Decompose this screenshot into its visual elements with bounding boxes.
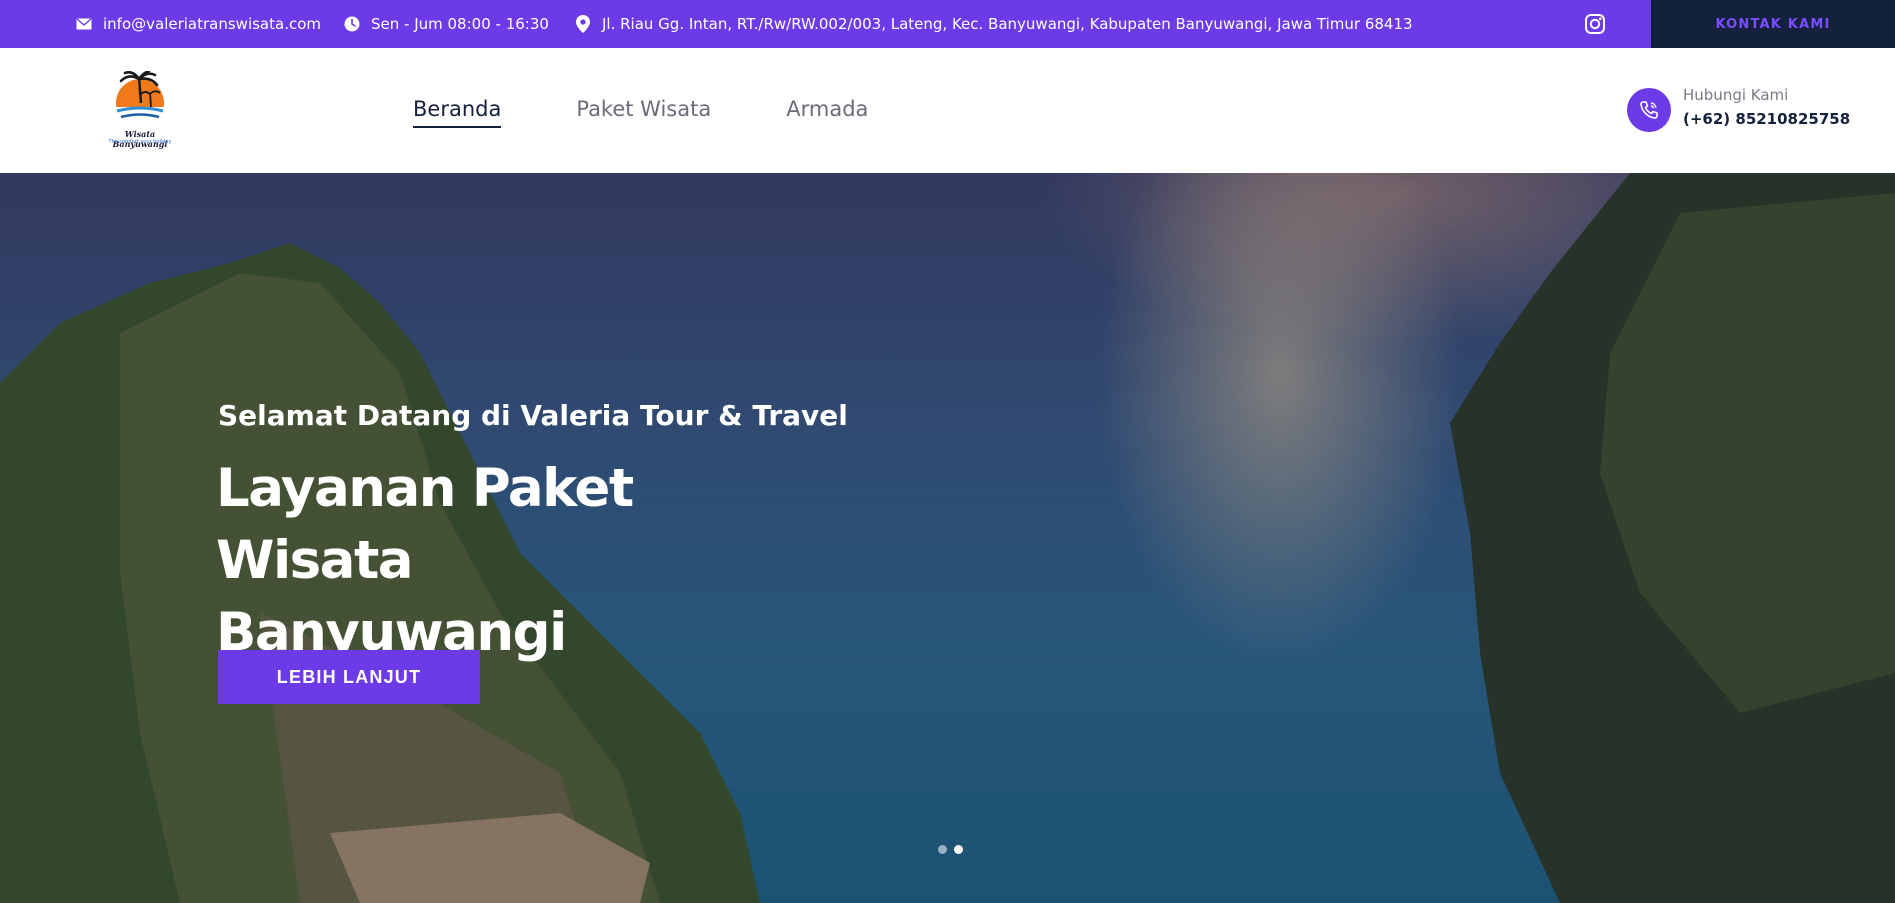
top-bar: info@valeriatranswisata.com Sen - Jum 08…	[0, 0, 1895, 48]
main-nav: Beranda Paket Wisata Armada	[413, 48, 868, 173]
slider-dots	[938, 845, 963, 854]
hero-banner: Selamat Datang di Valeria Tour & Travel …	[0, 173, 1895, 903]
call-label: Hubungi Kami	[1683, 86, 1789, 104]
address-info: Jl. Riau Gg. Intan, RT./Rw/RW.002/003, L…	[574, 0, 1413, 48]
learn-more-button[interactable]: LEBIH LANJUT	[218, 650, 480, 704]
email-info[interactable]: info@valeriatranswisata.com	[75, 0, 321, 48]
phone-icon[interactable]	[1627, 88, 1671, 132]
email-text[interactable]: info@valeriatranswisata.com	[103, 15, 321, 33]
instagram-icon[interactable]	[1584, 13, 1606, 35]
header: Wisata Banyuwangi The comfort your holid…	[0, 48, 1895, 173]
hero-subtitle: Selamat Datang di Valeria Tour & Travel	[218, 399, 848, 432]
logo-tagline: The comfort your holiday	[108, 139, 172, 145]
hours-info: Sen - Jum 08:00 - 16:30	[343, 0, 549, 48]
call-number[interactable]: (+62) 85210825758	[1683, 110, 1850, 128]
mail-icon	[75, 15, 93, 33]
hours-text: Sen - Jum 08:00 - 16:30	[371, 15, 549, 33]
nav-item-paket-wisata[interactable]: Paket Wisata	[576, 97, 711, 125]
slider-dot-2[interactable]	[954, 845, 963, 854]
nav-item-armada[interactable]: Armada	[786, 97, 868, 125]
clock-icon	[343, 15, 361, 33]
location-pin-icon	[574, 15, 592, 33]
slider-dot-1[interactable]	[938, 845, 947, 854]
hero-title: Layanan Paket Wisata Banyuwangi	[216, 458, 634, 663]
contact-button[interactable]: KONTAK KAMI	[1651, 0, 1895, 48]
nav-item-beranda[interactable]: Beranda	[413, 97, 502, 128]
address-text: Jl. Riau Gg. Intan, RT./Rw/RW.002/003, L…	[602, 15, 1413, 33]
